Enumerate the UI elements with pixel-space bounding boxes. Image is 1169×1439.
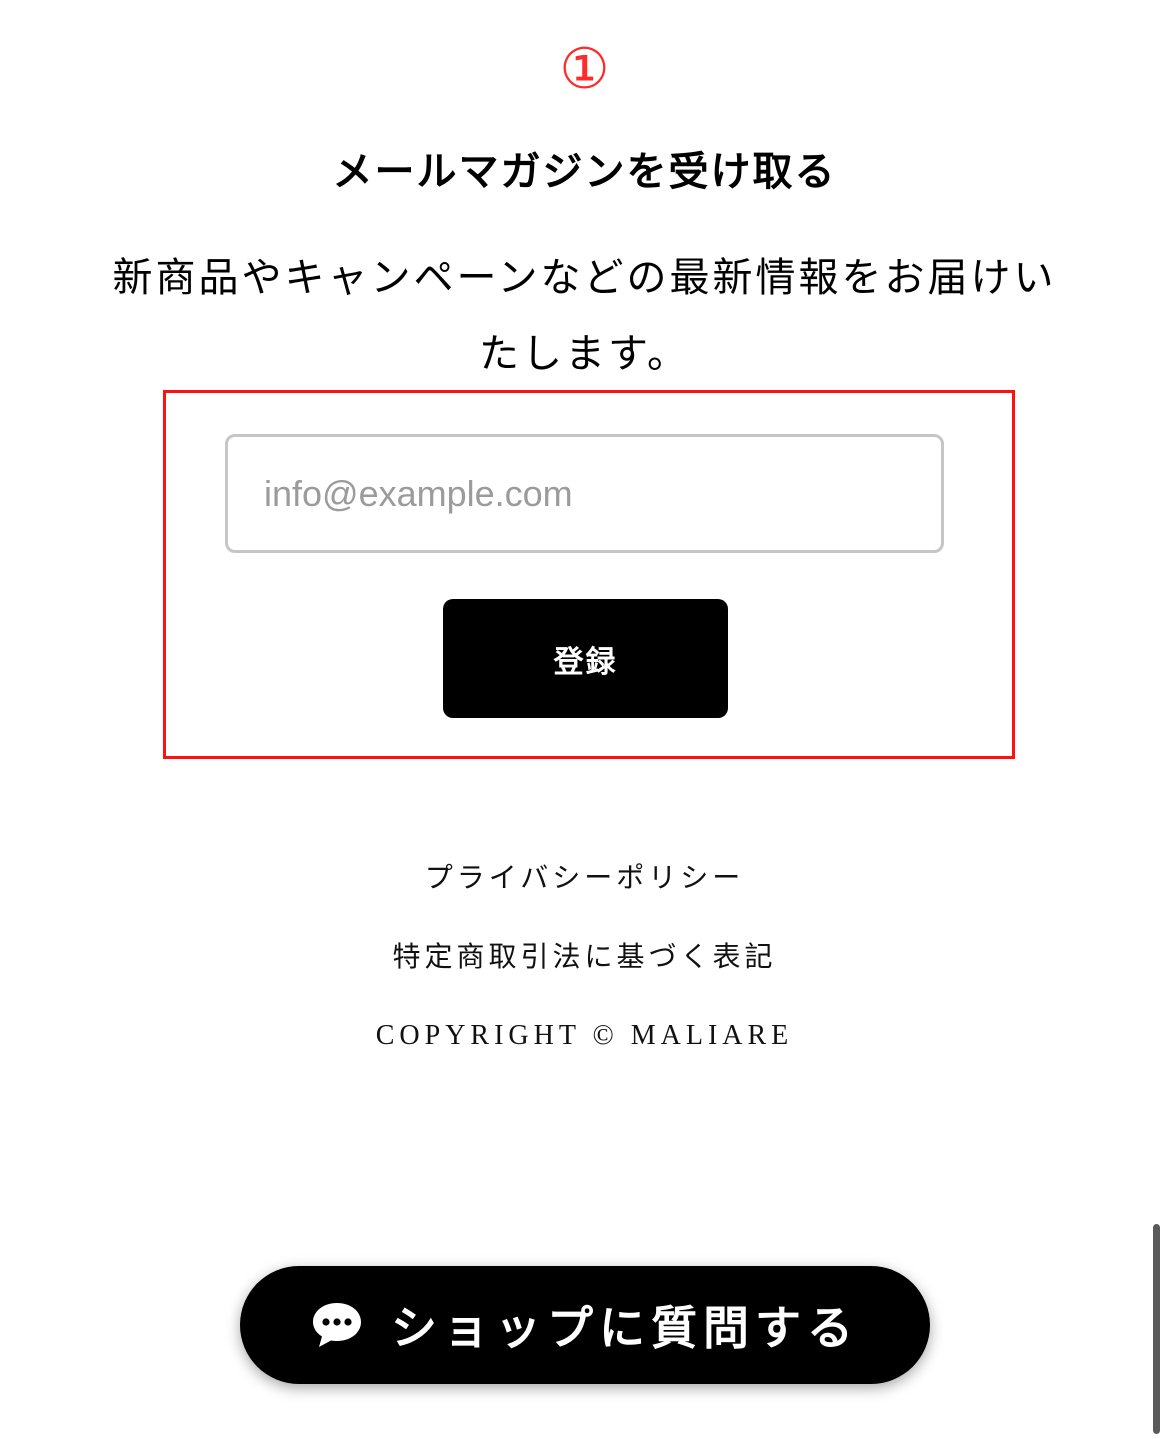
newsletter-title: メールマガジンを受け取る [332, 149, 837, 195]
ask-shop-button[interactable]: ショップに質問する [240, 1266, 930, 1384]
chat-bubble-icon [311, 1301, 363, 1349]
commercial-law-link[interactable]: 特定商取引法に基づく表記 [0, 937, 1169, 977]
annotation-number: ① [559, 37, 610, 102]
ask-shop-label: ショップに質問する [391, 1301, 859, 1355]
email-field[interactable] [225, 434, 944, 553]
privacy-policy-link[interactable]: プライバシーポリシー [0, 858, 1169, 898]
newsletter-description: 新商品やキャンペーンなどの最新情報をお届けいたします。 [112, 255, 1057, 377]
copyright-text: COPYRIGHT © MALIARE [375, 1020, 794, 1051]
scrollbar[interactable] [1153, 1224, 1160, 1434]
subscribe-button[interactable]: 登録 [443, 599, 728, 718]
